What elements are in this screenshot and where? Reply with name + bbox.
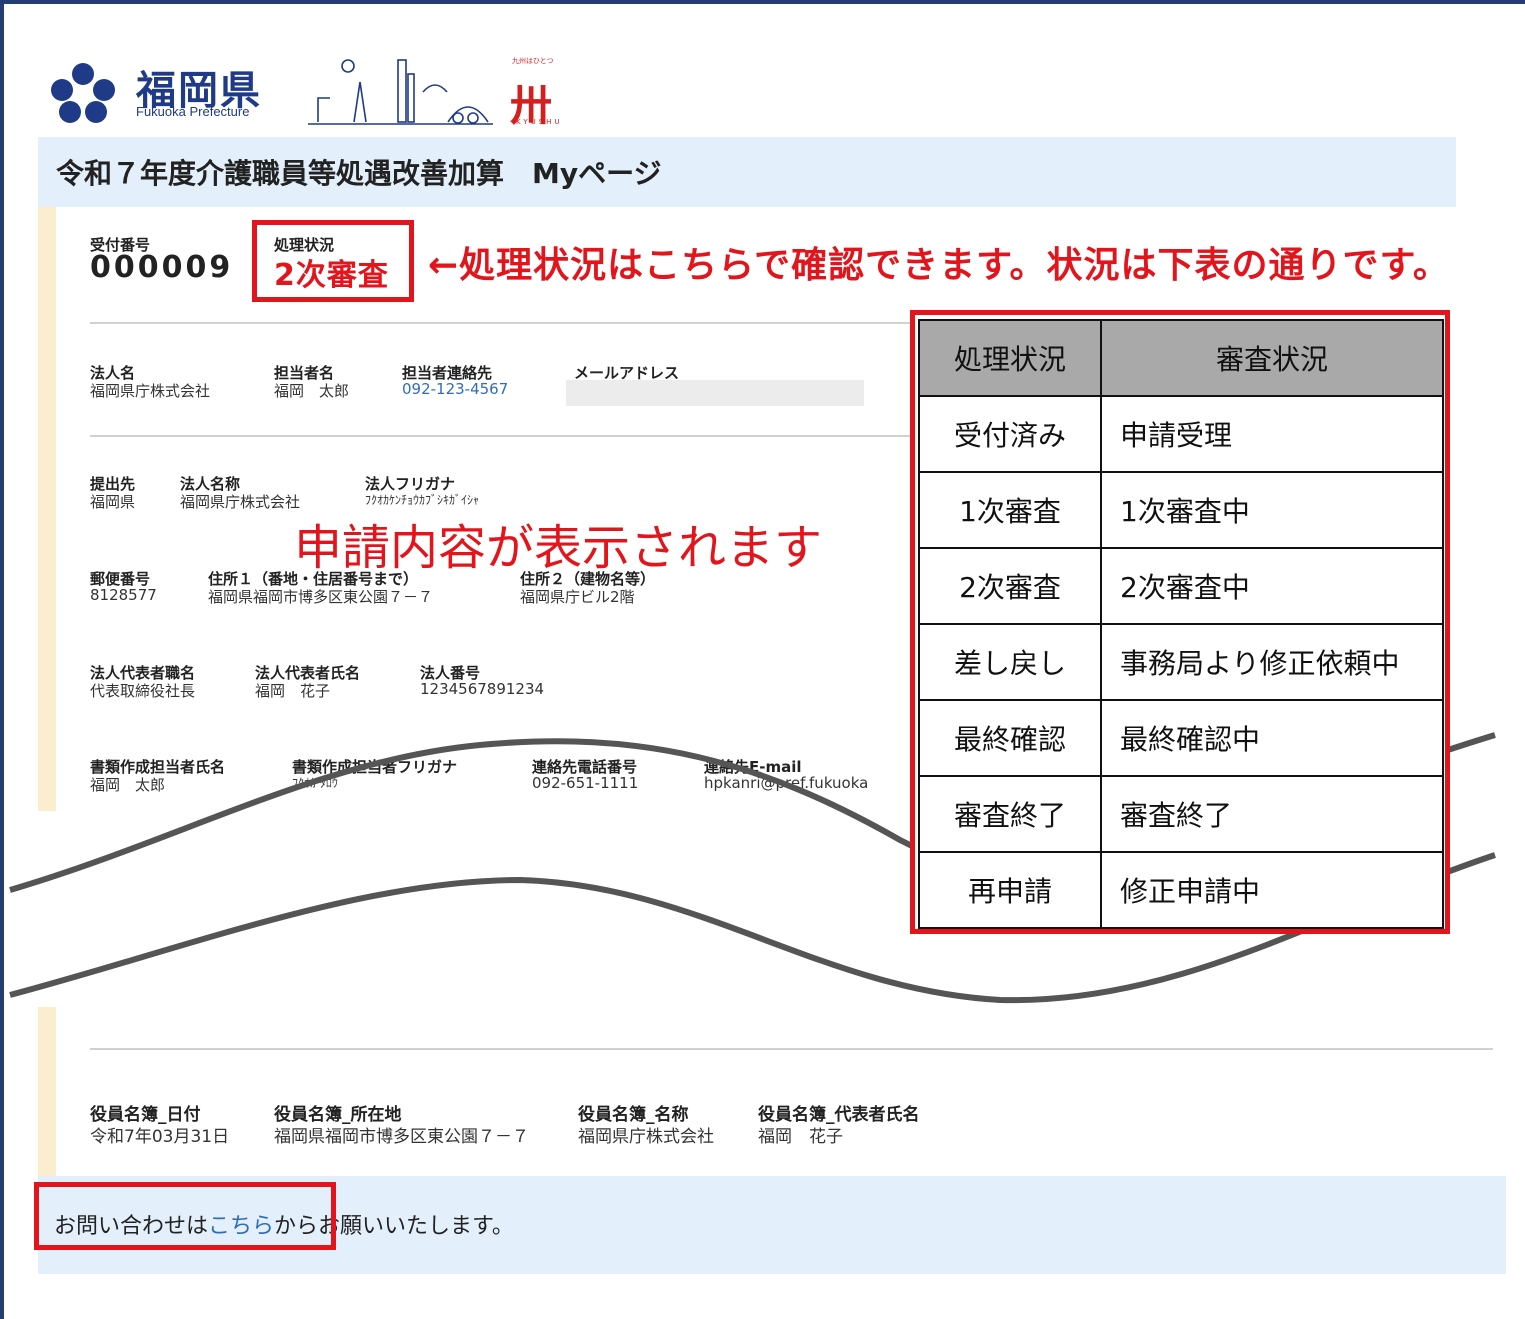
officer-name-value: 福岡県庁株式会社: [578, 1127, 714, 1147]
email-value-redacted: [566, 380, 864, 406]
kyushu-english: KYUSHU: [516, 118, 563, 126]
city-skyline-icon: [308, 59, 493, 125]
table-row: 最終確認 最終確認中: [918, 699, 1444, 777]
logo-area: 福岡県 Fukuoka Prefecture 九州はひとつ 卅 KYUSHU: [48, 52, 608, 132]
table-cell: 2次審査中: [1100, 547, 1444, 625]
divider: [90, 1048, 1493, 1050]
rep-name-value: 福岡 花子: [255, 682, 331, 700]
flower-logo-icon: [51, 63, 115, 123]
table-cell: 最終確認中: [1100, 699, 1444, 777]
table-cell: 差し戻し: [918, 623, 1102, 701]
left-accent-bar: [38, 1007, 56, 1176]
table-row: 2次審査 2次審査中: [918, 547, 1444, 625]
page-header: 令和７年度介護職員等処遇改善加算 Myページ: [38, 137, 1456, 207]
reception-number: 000009: [90, 250, 234, 285]
corp-name-value: 福岡県庁株式会社: [90, 382, 211, 400]
table-row: 再申請 修正申請中: [918, 851, 1444, 929]
table-cell: 受付済み: [918, 395, 1102, 473]
table-row: 差し戻し 事務局より修正依頼中: [918, 623, 1444, 701]
zip-value: 8128577: [90, 586, 157, 604]
rep-title-value: 代表取締役社長: [90, 682, 196, 700]
address2-value: 福岡県庁ビル2階: [520, 588, 635, 606]
prefecture-english: Fukuoka Prefecture: [136, 104, 250, 119]
corp-title-value: 福岡県庁株式会社: [180, 493, 301, 511]
corp-kana-value: ﾌｸｵｶｹﾝﾁｮｳｶﾌﾞｼｷｶﾞｲｼｬ: [365, 493, 480, 507]
officer-date-value: 令和7年03月31日: [90, 1127, 230, 1147]
table-row: 1次審査 1次審査中: [918, 471, 1444, 549]
table-header-row: 処理状況 審査状況: [918, 319, 1444, 397]
table-row: 審査終了 審査終了: [918, 775, 1444, 853]
table-cell: 再申請: [918, 851, 1102, 929]
table-cell: 審査終了: [1100, 775, 1444, 853]
corp-number-value: 1234567891234: [420, 680, 545, 698]
dest-value: 福岡県: [90, 493, 136, 511]
table-cell: 審査終了: [918, 775, 1102, 853]
status-value: 2次審査: [274, 258, 389, 293]
table-cell: 1次審査: [918, 471, 1102, 549]
table-cell: 申請受理: [1100, 395, 1444, 473]
status-annotation: ←処理状況はこちらで確認できます。状況は下表の通りです。: [428, 245, 1450, 286]
table-header: 処理状況: [918, 319, 1102, 397]
contact-highlight-box: [34, 1182, 336, 1250]
status-table-box: 処理状況 審査状況 受付済み 申請受理 1次審査 1次審査中 2次審査 2次審査…: [910, 310, 1450, 934]
table-cell: 事務局より修正依頼中: [1100, 623, 1444, 701]
table-cell: 最終確認: [918, 699, 1102, 777]
officer-location-value: 福岡県福岡市博多区東公園７－７: [274, 1127, 529, 1147]
page-title: 令和７年度介護職員等処遇改善加算 Myページ: [56, 157, 662, 190]
person-value: 福岡 太郎: [274, 382, 350, 400]
status-table: 処理状況 審査状況 受付済み 申請受理 1次審査 1次審査中 2次審査 2次審査…: [918, 319, 1444, 929]
table-row: 受付済み 申請受理: [918, 395, 1444, 473]
address1-value: 福岡県福岡市博多区東公園７－７: [208, 588, 434, 606]
divider: [90, 435, 912, 437]
phone-link[interactable]: 092-123-4567: [402, 380, 508, 398]
kyushu-tagline: 九州はひとつ: [512, 57, 554, 65]
table-cell: 2次審査: [918, 547, 1102, 625]
officer-rep-value: 福岡 花子: [758, 1127, 843, 1147]
table-cell: 1次審査中: [1100, 471, 1444, 549]
table-header: 審査状況: [1100, 319, 1444, 397]
table-cell: 修正申請中: [1100, 851, 1444, 929]
divider: [90, 322, 912, 324]
